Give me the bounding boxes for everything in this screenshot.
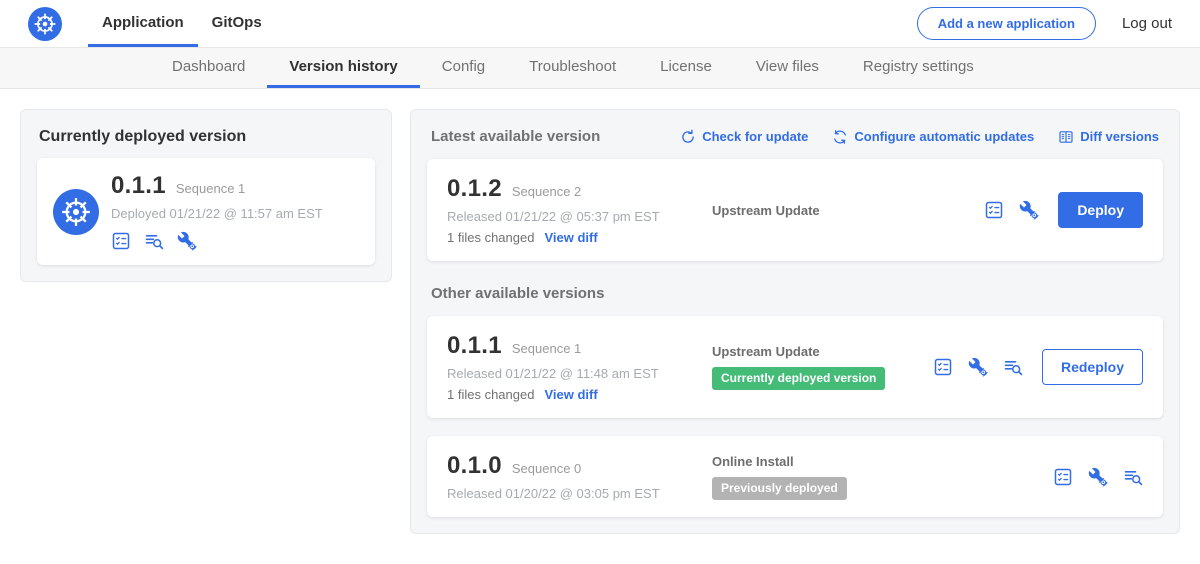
deployed-version-number: 0.1.1 [111, 172, 166, 200]
subnav-license[interactable]: License [638, 48, 734, 88]
release-notes-icon[interactable] [1053, 467, 1073, 487]
diff-versions-link[interactable]: Diff versions [1058, 129, 1159, 145]
version-card-actions [1043, 467, 1143, 487]
configure-automatic-updates-link[interactable]: Configure automatic updates [832, 129, 1034, 145]
available-versions-panel: Latest available version Check for updat… [410, 109, 1180, 534]
view-diff-icon[interactable] [1003, 357, 1023, 377]
topnav: Application GitOps [88, 0, 276, 47]
sequence-label: Sequence 2 [512, 184, 581, 199]
app-logo [53, 189, 99, 235]
files-changed-label: 1 files changed [447, 387, 534, 402]
view-diff-link[interactable]: View diff [544, 387, 597, 402]
deploy-button[interactable]: Deploy [1058, 192, 1143, 228]
edit-config-icon[interactable] [177, 231, 197, 251]
currently-deployed-panel: Currently deployed version 0.1.1 Sequenc… [20, 109, 392, 282]
version-number: 0.1.1 [447, 332, 502, 360]
check-for-update-link[interactable]: Check for update [680, 129, 808, 145]
tab-gitops[interactable]: GitOps [198, 0, 276, 47]
deployed-version-info: 0.1.1 Sequence 1 Deployed 01/21/22 @ 11:… [111, 172, 323, 251]
subnav-view-files[interactable]: View files [734, 48, 841, 88]
version-card-info: 0.1.0 Sequence 0 Released 01/20/22 @ 03:… [447, 452, 702, 501]
source-label: Online Install [712, 454, 1043, 469]
refresh-icon [680, 129, 696, 145]
edit-config-icon[interactable] [968, 357, 988, 377]
edit-config-icon[interactable] [1019, 200, 1039, 220]
source-label: Upstream Update [712, 344, 923, 359]
released-timestamp: Released 01/20/22 @ 03:05 pm EST [447, 486, 702, 501]
topbar-right: Add a new application Log out [917, 0, 1172, 47]
logout-link[interactable]: Log out [1122, 15, 1172, 32]
version-card-info: 0.1.2 Sequence 2 Released 01/21/22 @ 05:… [447, 175, 702, 245]
version-number: 0.1.0 [447, 452, 502, 480]
release-notes-icon[interactable] [984, 200, 1004, 220]
version-card-source: Upstream Update Currently deployed versi… [702, 344, 923, 390]
view-diff-icon[interactable] [1123, 467, 1143, 487]
other-versions-title: Other available versions [431, 285, 1159, 302]
release-notes-icon[interactable] [111, 231, 131, 251]
source-label: Upstream Update [712, 203, 974, 218]
version-card-source: Online Install Previously deployed [702, 454, 1043, 500]
released-timestamp: Released 01/21/22 @ 05:37 pm EST [447, 209, 702, 224]
version-number: 0.1.2 [447, 175, 502, 203]
sync-icon [832, 129, 848, 145]
kubernetes-helm-icon [60, 196, 92, 228]
topbar: Application GitOps Add a new application… [0, 0, 1200, 48]
deployed-version-card: 0.1.1 Sequence 1 Deployed 01/21/22 @ 11:… [37, 158, 375, 265]
available-panel-actions: Check for update Configure automatic upd… [680, 129, 1159, 145]
tab-gitops-label: GitOps [212, 14, 262, 31]
redeploy-button[interactable]: Redeploy [1042, 349, 1143, 385]
released-timestamp: Released 01/21/22 @ 11:48 am EST [447, 366, 702, 381]
diff-versions-label: Diff versions [1080, 129, 1159, 144]
app-logo [28, 7, 62, 41]
version-card-0-1-0: 0.1.0 Sequence 0 Released 01/20/22 @ 03:… [427, 436, 1163, 517]
edit-config-icon[interactable] [1088, 467, 1108, 487]
previously-deployed-badge: Previously deployed [712, 477, 847, 500]
subnav-troubleshoot[interactable]: Troubleshoot [507, 48, 638, 88]
deployed-card-actions [111, 231, 323, 251]
view-diff-icon[interactable] [144, 231, 164, 251]
columns-icon [1058, 129, 1074, 145]
version-card-0-1-2: 0.1.2 Sequence 2 Released 01/21/22 @ 05:… [427, 159, 1163, 261]
subnav-registry-settings[interactable]: Registry settings [841, 48, 996, 88]
currently-deployed-badge: Currently deployed version [712, 367, 885, 390]
configure-automatic-updates-label: Configure automatic updates [854, 129, 1034, 144]
subnav-version-history[interactable]: Version history [267, 48, 419, 88]
version-card-0-1-1: 0.1.1 Sequence 1 Released 01/21/22 @ 11:… [427, 316, 1163, 418]
deployed-timestamp: Deployed 01/21/22 @ 11:57 am EST [111, 206, 323, 221]
files-changed-label: 1 files changed [447, 230, 534, 245]
app-subnav: Dashboard Version history Config Trouble… [0, 48, 1200, 89]
version-card-actions: Redeploy [923, 349, 1143, 385]
available-panel-header: Latest available version Check for updat… [431, 128, 1159, 145]
available-panel-title: Latest available version [431, 128, 600, 145]
subnav-config[interactable]: Config [420, 48, 507, 88]
deployed-sequence-label: Sequence 1 [176, 181, 245, 196]
version-card-info: 0.1.1 Sequence 1 Released 01/21/22 @ 11:… [447, 332, 702, 402]
kubernetes-helm-icon [33, 12, 57, 36]
check-for-update-label: Check for update [702, 129, 808, 144]
tab-application[interactable]: Application [88, 0, 198, 47]
view-diff-link[interactable]: View diff [544, 230, 597, 245]
sequence-label: Sequence 0 [512, 461, 581, 476]
add-application-button[interactable]: Add a new application [917, 7, 1096, 40]
subnav-dashboard[interactable]: Dashboard [150, 48, 267, 88]
sequence-label: Sequence 1 [512, 341, 581, 356]
tab-application-label: Application [102, 14, 184, 31]
version-card-source: Upstream Update [702, 203, 974, 218]
main-content: Currently deployed version 0.1.1 Sequenc… [0, 89, 1200, 554]
release-notes-icon[interactable] [933, 357, 953, 377]
version-card-actions: Deploy [974, 192, 1143, 228]
deployed-panel-title: Currently deployed version [39, 128, 375, 146]
